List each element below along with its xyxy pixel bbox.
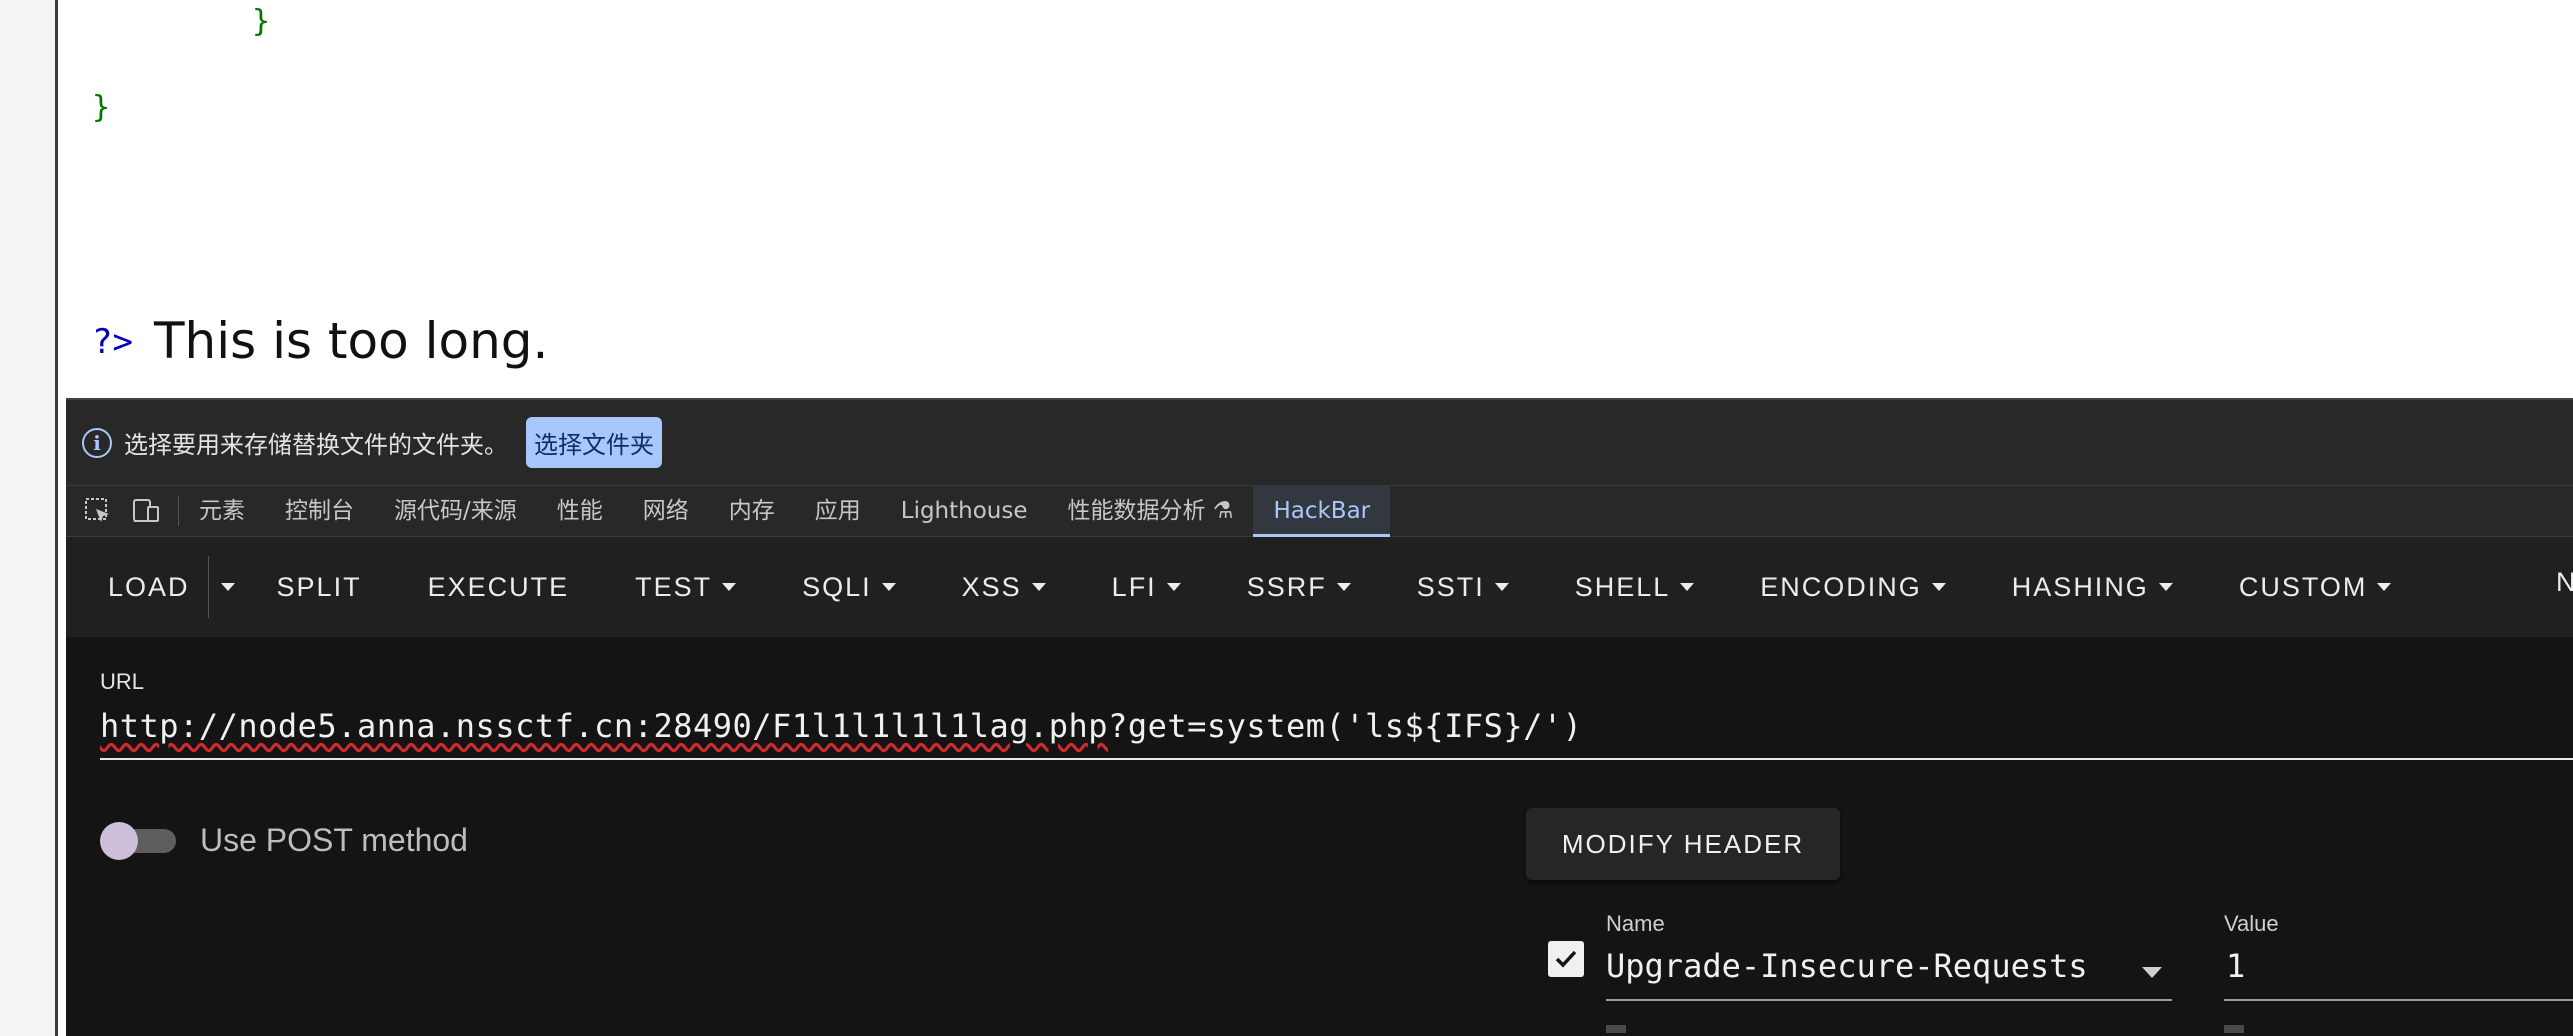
- header-name-underline: [1606, 999, 2172, 1001]
- caret-down-icon: [220, 583, 235, 591]
- page-content: } } ?> This is too long.: [66, 0, 2573, 398]
- devtools-panel: i 选择要用来存储替换文件的文件夹。 选择文件夹 元素 控制台 源代码/来源 性…: [66, 398, 2573, 1036]
- lfi-label: LFI: [1111, 571, 1157, 602]
- test-menu-button[interactable]: TEST: [635, 571, 737, 603]
- post-method-toggle[interactable]: [100, 822, 178, 860]
- header-name-label: Name: [1606, 911, 1665, 936]
- tab-performance[interactable]: 性能: [537, 485, 623, 537]
- sqli-menu-button[interactable]: SQLI: [802, 572, 896, 603]
- load-button[interactable]: LOAD: [108, 572, 190, 603]
- header-value-input[interactable]: 1: [2226, 947, 2245, 985]
- header-name-dropdown-icon[interactable]: [2142, 967, 2162, 978]
- modify-header-button[interactable]: MODIFY HEADER: [1526, 808, 1840, 880]
- ssrf-menu-button[interactable]: SSRF: [1247, 572, 1351, 603]
- next-header-row-partial: [1606, 1025, 1626, 1033]
- url-label: URL: [100, 669, 145, 694]
- lfi-menu-button[interactable]: LFI: [1112, 572, 1181, 603]
- url-input[interactable]: http://node5.anna.nssctf.cn:28490/F1l1l1…: [100, 707, 1582, 745]
- info-icon: i: [82, 427, 112, 458]
- more-menu-button-truncated[interactable]: N: [2556, 567, 2573, 598]
- tab-elements[interactable]: 元素: [179, 485, 265, 537]
- ssti-label: SSTI: [1416, 571, 1485, 602]
- tab-application[interactable]: 应用: [795, 485, 881, 537]
- infobar-text: 选择要用来存储替换文件的文件夹。: [124, 431, 508, 459]
- shell-label: SHELL: [1574, 571, 1671, 602]
- next-header-row-partial: [2224, 1025, 2244, 1033]
- execute-button[interactable]: EXECUTE: [428, 572, 570, 603]
- caret-down-icon: [1336, 583, 1351, 591]
- devtools-tabbar: 元素 控制台 源代码/来源 性能 网络 内存 应用 Lighthouse 性能数…: [66, 485, 2573, 537]
- header-name-input[interactable]: Upgrade-Insecure-Requests: [1606, 947, 2088, 985]
- load-dropdown-button[interactable]: [207, 556, 247, 618]
- xss-menu-button[interactable]: XSS: [962, 572, 1046, 603]
- caret-down-icon: [1031, 583, 1046, 591]
- devtools-infobar: i 选择要用来存储替换文件的文件夹。 选择文件夹: [66, 400, 2573, 485]
- caret-down-icon: [1931, 583, 1946, 591]
- custom-menu-button[interactable]: CUSTOM: [2239, 572, 2392, 603]
- caret-down-icon: [722, 583, 737, 591]
- code-brace-inner: }: [252, 4, 271, 39]
- url-host-path: http://node5.anna.nssctf.cn:28490/F1l1l1…: [100, 707, 1109, 745]
- split-button[interactable]: SPLIT: [277, 572, 362, 603]
- post-method-label: Use POST method: [200, 822, 468, 858]
- header-enabled-checkbox[interactable]: [1548, 941, 1584, 977]
- encoding-label: ENCODING: [1760, 571, 1922, 602]
- caret-down-icon: [2158, 583, 2173, 591]
- hashing-label: HASHING: [2011, 571, 2149, 602]
- header-value-underline: [2224, 999, 2573, 1001]
- tab-lighthouse[interactable]: Lighthouse: [881, 485, 1048, 537]
- xss-label: XSS: [961, 571, 1022, 602]
- code-brace-outer: }: [92, 90, 111, 125]
- php-close-tag: ?>: [92, 322, 133, 362]
- header-value-label: Value: [2224, 911, 2279, 936]
- caret-down-icon: [1680, 583, 1695, 591]
- checkmark-icon: [1555, 950, 1577, 968]
- page-left-margin: [58, 0, 66, 400]
- url-input-underline: [100, 758, 2573, 760]
- test-label: TEST: [635, 571, 713, 602]
- hashing-menu-button[interactable]: HASHING: [2012, 572, 2173, 603]
- tab-hackbar[interactable]: HackBar: [1253, 485, 1391, 537]
- tab-memory[interactable]: 内存: [709, 485, 795, 537]
- tab-sources[interactable]: 源代码/来源: [374, 485, 537, 537]
- encoding-menu-button[interactable]: ENCODING: [1760, 572, 1946, 603]
- caret-down-icon: [2377, 583, 2392, 591]
- toggle-knob: [100, 822, 138, 860]
- caret-down-icon: [1166, 583, 1181, 591]
- hackbar-body: URL http://node5.anna.nssctf.cn:28490/F1…: [66, 637, 2573, 1036]
- device-toolbar-icon[interactable]: [130, 495, 162, 527]
- ssti-menu-button[interactable]: SSTI: [1417, 572, 1509, 603]
- ssrf-label: SSRF: [1246, 571, 1327, 602]
- page-message: This is too long.: [154, 312, 549, 370]
- caret-down-icon: [881, 583, 896, 591]
- tab-console[interactable]: 控制台: [265, 485, 374, 537]
- caret-down-icon: [1494, 583, 1509, 591]
- inspect-element-icon[interactable]: [82, 495, 114, 527]
- tab-network[interactable]: 网络: [623, 485, 709, 537]
- url-query: ?get=system('ls${IFS}/'): [1108, 707, 1583, 745]
- hackbar-toolbar: LOAD SPLIT EXECUTE TEST SQLI XSS LFI SSR…: [66, 537, 2573, 637]
- tab-performance-insights[interactable]: 性能数据分析 ⚗: [1048, 485, 1254, 537]
- shell-menu-button[interactable]: SHELL: [1575, 572, 1695, 603]
- sqli-label: SQLI: [802, 571, 872, 602]
- browser-left-gutter: [0, 0, 58, 1036]
- custom-label: CUSTOM: [2238, 571, 2368, 602]
- select-folder-button[interactable]: 选择文件夹: [526, 417, 662, 468]
